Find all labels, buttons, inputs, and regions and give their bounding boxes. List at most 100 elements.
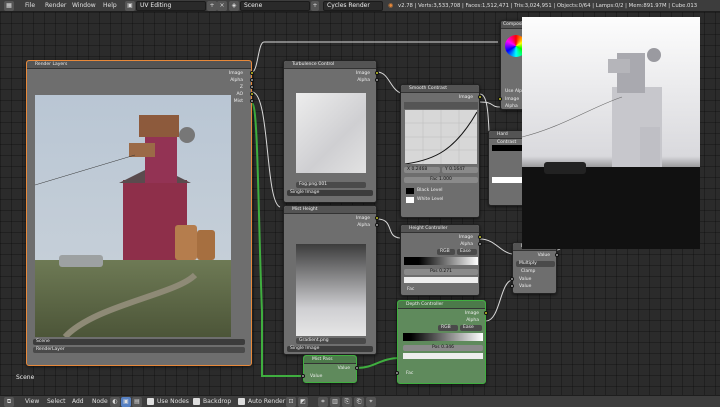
height-pos-field[interactable]: Pos 0.271 xyxy=(404,269,478,275)
editor-type-icon[interactable]: ▦ xyxy=(4,1,14,11)
node-editor-icon[interactable]: ⧉ xyxy=(4,397,14,407)
backdrop-channel-icon[interactable]: ◩ xyxy=(298,397,308,407)
scene-field[interactable]: Scene xyxy=(240,1,310,11)
depth-ramp[interactable] xyxy=(403,333,483,341)
curve-y-field[interactable]: Y 0.1647 xyxy=(442,167,478,173)
mist-pass-socket-in[interactable] xyxy=(301,374,305,378)
mist-image-name[interactable]: Gradient.png xyxy=(296,338,366,344)
depth-interp[interactable]: Ease xyxy=(460,325,482,331)
menu-add[interactable]: Add xyxy=(72,398,84,406)
curve-toolbar[interactable] xyxy=(404,102,478,109)
composite-socket-image[interactable] xyxy=(498,97,502,101)
multiply-socket-in1[interactable] xyxy=(510,277,514,281)
link-height-to-multiply xyxy=(479,238,513,255)
smooth-socket-out[interactable] xyxy=(478,95,482,99)
mist-height-node[interactable]: Mist Height Image Alpha Gradient.png Sin… xyxy=(283,205,379,355)
remove-layout-icon[interactable]: × xyxy=(217,1,227,11)
menu-view[interactable]: View xyxy=(25,398,39,406)
pin-icon[interactable]: ⌖ xyxy=(366,397,376,407)
socket-alpha[interactable] xyxy=(250,78,254,82)
socket-ao[interactable] xyxy=(250,92,254,96)
link-smooth-out xyxy=(479,101,501,108)
smooth-contrast-node[interactable]: Smooth Contrast Image X 0.2468 Y 0.1647 … xyxy=(400,84,482,218)
mist-pass-input-label: Value xyxy=(310,374,323,379)
socket-mist[interactable] xyxy=(250,99,254,103)
height-mode[interactable]: RGB xyxy=(437,249,455,255)
height-color-swatch[interactable] xyxy=(404,277,478,283)
backdrop-zoom-icon[interactable]: ⊡ xyxy=(286,397,296,407)
add-scene-icon[interactable]: + xyxy=(311,1,319,11)
multiply-op-select[interactable]: Multiply xyxy=(516,261,555,267)
snap-type-icon[interactable]: ▥ xyxy=(330,397,340,407)
height-controller-node[interactable]: Height Controller Image Alpha RGB Ease P… xyxy=(400,224,482,296)
height-output-alpha: Alpha xyxy=(460,242,473,247)
turb-source[interactable]: Single Image xyxy=(287,190,373,196)
use-nodes-checkbox[interactable] xyxy=(147,398,154,405)
white-level-swatch[interactable] xyxy=(406,197,414,203)
socket-image[interactable] xyxy=(250,71,254,75)
depth-pos-field[interactable]: Pos 0.346 xyxy=(403,345,483,351)
height-socket-image[interactable] xyxy=(478,235,482,239)
height-interp[interactable]: Ease xyxy=(457,249,477,255)
screen-layout-field[interactable]: UV Editing xyxy=(136,1,206,11)
depth-socket-image[interactable] xyxy=(484,311,488,315)
white-level-label: White Level xyxy=(417,197,444,202)
depth-controller-node[interactable]: Depth Controller Image Alpha RGB Ease Po… xyxy=(395,300,488,384)
smooth-contrast-title: Smooth Contrast xyxy=(401,85,479,93)
mist-socket-image[interactable] xyxy=(375,216,379,220)
mist-output-alpha: Alpha xyxy=(357,223,370,228)
multiply-socket-in2[interactable] xyxy=(510,284,514,288)
add-layout-icon[interactable]: + xyxy=(207,1,217,11)
depth-mode[interactable]: RGB xyxy=(438,325,458,331)
menu-file[interactable]: File xyxy=(25,2,35,10)
copy-icon[interactable]: ⎘ xyxy=(342,397,352,407)
mist-socket-alpha[interactable] xyxy=(375,223,379,227)
turbulence-control-node[interactable]: Turbulence Control Image Alpha Fog.png.0… xyxy=(283,60,379,203)
layer-select[interactable]: RenderLayer xyxy=(33,347,245,353)
compositor-tree-icon[interactable]: ▣ xyxy=(121,397,131,407)
depth-socket-fac[interactable] xyxy=(395,371,399,375)
mist-source[interactable]: Single Image xyxy=(287,346,373,352)
multiply-clamp-label[interactable]: Clamp xyxy=(521,269,535,274)
blender-logo-icon: ◉ xyxy=(388,2,394,9)
scene-select[interactable]: Scene xyxy=(33,339,245,345)
paste-icon[interactable]: ⎗ xyxy=(354,397,364,407)
shader-tree-icon[interactable]: ◐ xyxy=(110,397,120,407)
menu-select[interactable]: Select xyxy=(47,398,66,406)
depth-pos-label: Pos xyxy=(432,345,440,350)
black-level-swatch[interactable] xyxy=(406,188,414,194)
render-layers-node[interactable]: Render Layers Image Alpha Z AO Mist Scen… xyxy=(26,60,254,366)
screen-layout-icon[interactable]: ▣ xyxy=(125,1,135,11)
curve-graph[interactable] xyxy=(405,110,477,164)
multiply-node[interactable]: Multiply Value Multiply Clamp Value Valu… xyxy=(510,242,559,294)
smooth-fac-field[interactable]: Fac 1.000 xyxy=(404,177,478,183)
mist-height-title: Mist Height xyxy=(284,206,376,214)
turb-image-name[interactable]: Fog.png.001 xyxy=(296,182,366,188)
mist-pass-node[interactable]: Mist Pass Value Value xyxy=(301,355,359,383)
scene-icon[interactable]: ◈ xyxy=(229,1,239,11)
socket-z[interactable] xyxy=(250,85,254,89)
depth-color-swatch[interactable] xyxy=(403,353,483,359)
mist-height-thumbnail xyxy=(296,244,366,336)
turb-socket-image[interactable] xyxy=(375,71,379,75)
menu-help[interactable]: Help xyxy=(103,2,117,10)
height-socket-alpha[interactable] xyxy=(478,242,482,246)
render-engine-field[interactable]: Cycles Render xyxy=(323,1,383,11)
menu-render[interactable]: Render xyxy=(45,2,66,10)
height-ramp[interactable] xyxy=(404,257,478,265)
menu-node[interactable]: Node xyxy=(92,398,108,406)
auto-render-checkbox[interactable] xyxy=(238,398,245,405)
backdrop-checkbox[interactable] xyxy=(193,398,200,405)
mist-pass-socket-out[interactable] xyxy=(355,366,359,370)
multiply-socket-out[interactable] xyxy=(555,253,559,257)
menu-window[interactable]: Window xyxy=(72,2,96,10)
node-editor-canvas[interactable]: Render Layers Image Alpha Z AO Mist Scen… xyxy=(0,12,720,395)
render-layers-title: Render Layers xyxy=(27,61,251,69)
turb-socket-alpha[interactable] xyxy=(375,78,379,82)
curve-x-field[interactable]: X 0.2468 xyxy=(404,167,440,173)
output-z-label: Z xyxy=(239,85,243,90)
bottom-header-bar: ⧉ View Select Add Node ◐ ▣ ▤ Use Nodes B… xyxy=(0,395,720,407)
snap-icon[interactable]: ⌗ xyxy=(318,397,328,407)
texture-tree-icon[interactable]: ▤ xyxy=(132,397,142,407)
black-level-label: Black Level xyxy=(417,188,443,193)
